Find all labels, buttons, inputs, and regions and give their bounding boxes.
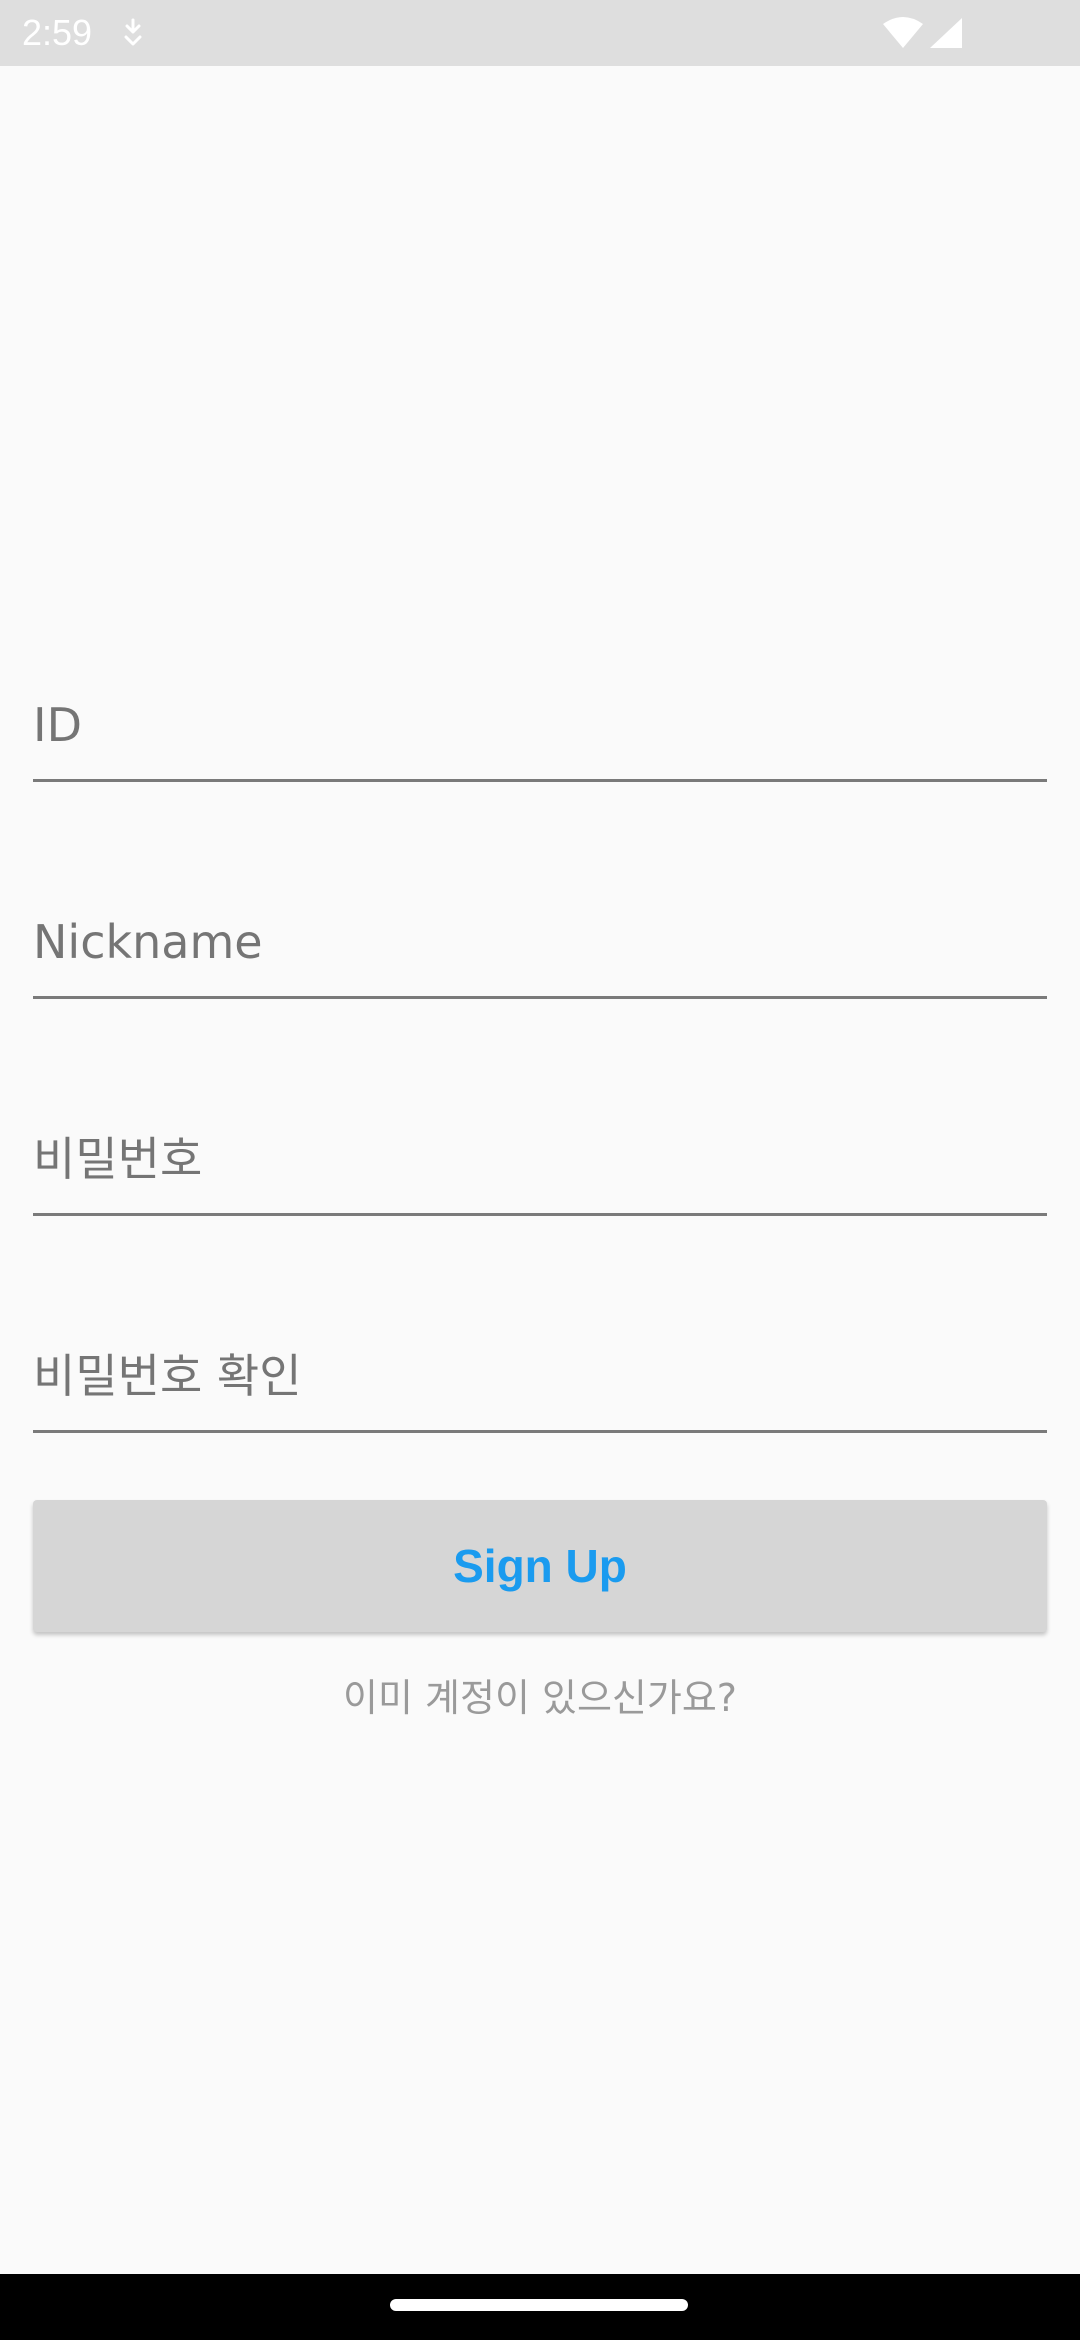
nickname-underline	[33, 996, 1047, 999]
login-link[interactable]: 이미 계정이 있으신가요?	[33, 1668, 1047, 1728]
id-underline	[33, 779, 1047, 782]
password-input[interactable]	[33, 1106, 1047, 1212]
password-confirm-underline	[33, 1430, 1047, 1433]
download-notification-icon	[124, 18, 142, 46]
password-confirm-input[interactable]	[33, 1323, 1047, 1429]
password-field	[33, 1106, 1047, 1216]
home-indicator[interactable]	[390, 2299, 688, 2311]
status-bar: 2:59	[0, 0, 1080, 66]
password-underline	[33, 1213, 1047, 1216]
signup-button[interactable]: Sign Up	[33, 1500, 1047, 1632]
password-confirm-field	[33, 1323, 1047, 1433]
id-field	[33, 672, 1047, 782]
nickname-input[interactable]	[33, 889, 1047, 995]
status-time: 2:59	[22, 12, 93, 53]
id-input[interactable]	[33, 672, 1047, 778]
nickname-field	[33, 889, 1047, 999]
cell-signal-icon	[930, 18, 962, 48]
wifi-icon	[883, 17, 923, 48]
signup-screen: 2:59 Sign Up 이미 계정이 있으신가요?	[0, 0, 1080, 2340]
